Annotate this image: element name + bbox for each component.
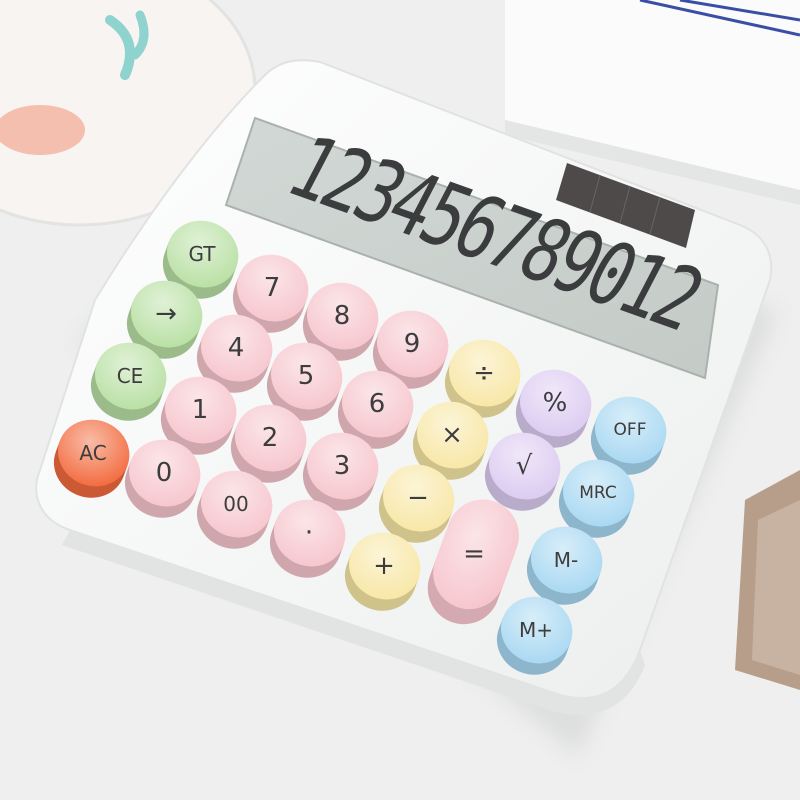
key-label-4: 4	[228, 333, 245, 363]
key-label-0: 0	[156, 458, 173, 488]
key-label-minus: −	[407, 483, 429, 513]
key-label-mminus: M-	[554, 548, 578, 572]
key-label-percent: %	[543, 388, 568, 418]
photo-scene: 123456789012 GT→CEAC789456123000·÷×−+ =%√…	[0, 0, 800, 800]
key-label-arrow: →	[155, 299, 177, 329]
key-label-plus: +	[373, 551, 395, 581]
key-label-1: 1	[192, 395, 209, 425]
key-label-6: 6	[369, 389, 386, 419]
key-label-5: 5	[298, 361, 315, 391]
key-label-equals: =	[463, 539, 485, 569]
key-label-9: 9	[404, 329, 421, 359]
key-label-off: OFF	[614, 420, 647, 440]
key-label-ac: AC	[79, 441, 106, 465]
key-label-dot: ·	[305, 518, 313, 548]
key-label-7: 7	[264, 273, 281, 303]
key-label-8: 8	[334, 301, 351, 331]
key-label-2: 2	[262, 423, 279, 453]
key-label-multiply: ×	[441, 420, 463, 450]
key-label-ce: CE	[117, 364, 144, 388]
key-label-mplus: M+	[519, 618, 553, 642]
key-label-gt: GT	[188, 242, 216, 266]
key-label-00: 00	[223, 492, 248, 516]
key-label-3: 3	[334, 451, 351, 481]
key-label-mrc: MRC	[579, 483, 617, 503]
key-label-divide: ÷	[473, 358, 495, 388]
key-label-sqrt: √	[516, 451, 533, 481]
